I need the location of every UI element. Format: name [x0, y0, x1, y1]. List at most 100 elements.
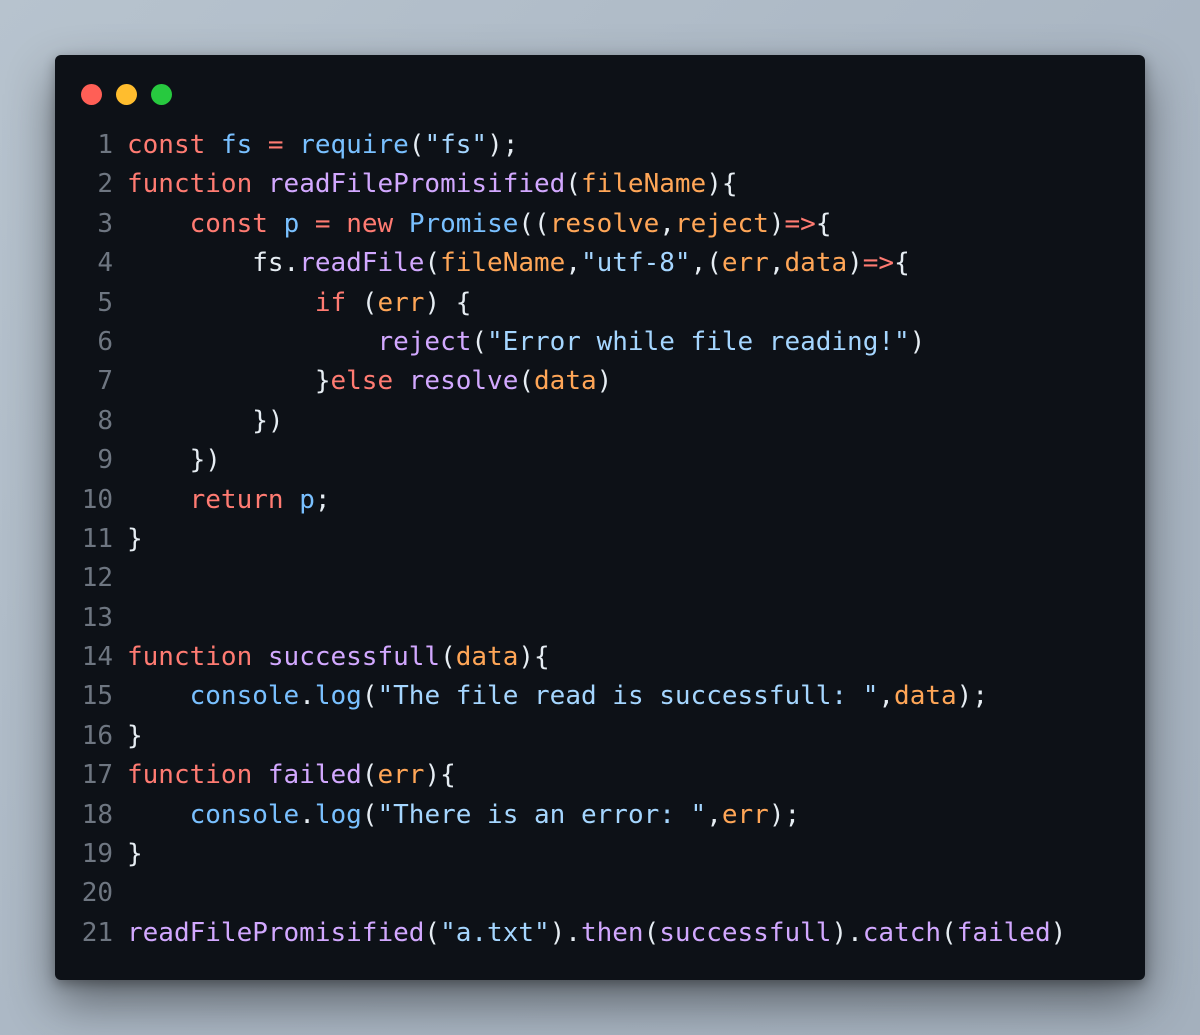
code-token: }) — [252, 405, 284, 436]
code-token: => — [784, 208, 816, 239]
code-token: ) — [847, 248, 863, 279]
code-token: ); — [768, 799, 801, 830]
line-number: 11 — [81, 523, 113, 554]
code-token: ( — [408, 130, 425, 160]
code-token: resolve — [549, 208, 660, 239]
code-token: , — [706, 799, 722, 830]
code-line: 14 function successfull(data){ — [55, 638, 1145, 677]
code-token: data — [455, 642, 519, 673]
line-code: if (err) { — [127, 284, 472, 323]
code-token: ); — [487, 130, 519, 160]
line-number: 14 — [81, 642, 113, 673]
code-token: ) — [768, 208, 785, 239]
code-token: (( — [518, 208, 550, 239]
code-token: , — [565, 248, 581, 279]
code-token: ) { — [424, 287, 472, 318]
code-token: new — [346, 208, 394, 239]
code-token: ){ — [706, 169, 738, 200]
window-controls — [81, 84, 172, 105]
code-line: 8 }) — [55, 402, 1145, 441]
maximize-dot-icon[interactable] — [151, 84, 172, 105]
code-token: data — [534, 366, 597, 397]
code-token: failed — [267, 760, 362, 791]
code-line: 19} — [55, 835, 1145, 874]
line-number: 15 — [81, 681, 113, 712]
close-dot-icon[interactable] — [81, 84, 102, 105]
code-line: 17 function failed(err){ — [55, 756, 1145, 795]
line-code: const p = new Promise((resolve,reject)=>… — [127, 205, 832, 244]
line-number: 3 — [97, 208, 113, 239]
line-code: }) — [127, 441, 221, 480]
line-number: 21 — [81, 917, 113, 948]
code-token: ) — [596, 366, 613, 397]
code-token: => — [862, 248, 895, 279]
line-code: function failed(err){ — [127, 756, 456, 795]
code-token: . — [299, 799, 315, 830]
line-number: 12 — [81, 563, 113, 594]
code-token: }) — [189, 445, 221, 476]
code-token: return — [189, 484, 284, 515]
code-token: "The file read is successfull: " — [377, 681, 879, 712]
line-code: console.log("There is an error: ",err); — [127, 796, 801, 835]
code-line: 16} — [55, 717, 1145, 756]
code-token: readFilePromisified — [267, 169, 566, 200]
line-number: 4 — [97, 248, 113, 279]
line-number: 18 — [81, 799, 113, 830]
line-code: return p; — [127, 481, 331, 520]
line-code: const fs = require("fs"); — [127, 126, 518, 165]
code-line: 13 — [55, 599, 1145, 638]
code-token: p — [299, 484, 315, 515]
code-line: 15 console.log("The file read is success… — [55, 677, 1145, 716]
code-token: console — [189, 799, 300, 830]
code-token: fileName — [580, 169, 707, 200]
line-number: 1 — [97, 130, 113, 160]
code-line: 2 function readFilePromisified(fileName){ — [55, 165, 1145, 204]
code-token: ( — [941, 917, 957, 948]
code-line: 9 }) — [55, 441, 1145, 480]
code-token: } — [127, 720, 143, 751]
code-token: . — [299, 681, 315, 712]
code-token: ); — [956, 681, 988, 712]
code-token: function — [127, 169, 253, 200]
code-line: 7 }else resolve(data) — [55, 362, 1145, 401]
code-token: ( — [424, 917, 441, 948]
code-line: 12 — [55, 559, 1145, 598]
code-line: 6 reject("Error while file reading!") — [55, 323, 1145, 362]
code-line: 1 const fs = require("fs"); — [55, 126, 1145, 165]
code-token: ( — [565, 169, 581, 200]
code-token: "fs" — [424, 130, 488, 160]
code-token: ( — [424, 248, 441, 279]
line-code: fs.readFile(fileName,"utf-8",(err,data)=… — [127, 244, 910, 283]
line-number: 8 — [97, 405, 113, 436]
code-token: require — [299, 130, 409, 160]
code-token: . — [283, 248, 300, 279]
code-token: } — [314, 366, 331, 397]
minimize-dot-icon[interactable] — [116, 84, 137, 105]
code-token: ( — [440, 642, 456, 673]
line-code: function successfull(data){ — [127, 638, 550, 677]
code-token: , — [659, 208, 675, 239]
code-token: ) — [1050, 917, 1067, 948]
code-token: { — [815, 208, 832, 239]
code-token: const — [127, 130, 206, 160]
code-token: if — [314, 287, 347, 318]
code-token: "utf-8" — [580, 248, 691, 279]
code-line: 4 fs.readFile(fileName,"utf-8",(err,data… — [55, 244, 1145, 283]
code-token: err — [377, 287, 425, 318]
code-token: ){ — [424, 760, 456, 791]
code-token: fileName — [440, 248, 566, 279]
code-token: "Error while file reading!" — [487, 326, 910, 357]
code-line: 18 console.log("There is an error: ",err… — [55, 796, 1145, 835]
code-editor: 1 const fs = require("fs"); 2 function read… — [55, 126, 1145, 953]
code-token: ,( — [690, 248, 722, 279]
code-token: } — [127, 523, 143, 554]
